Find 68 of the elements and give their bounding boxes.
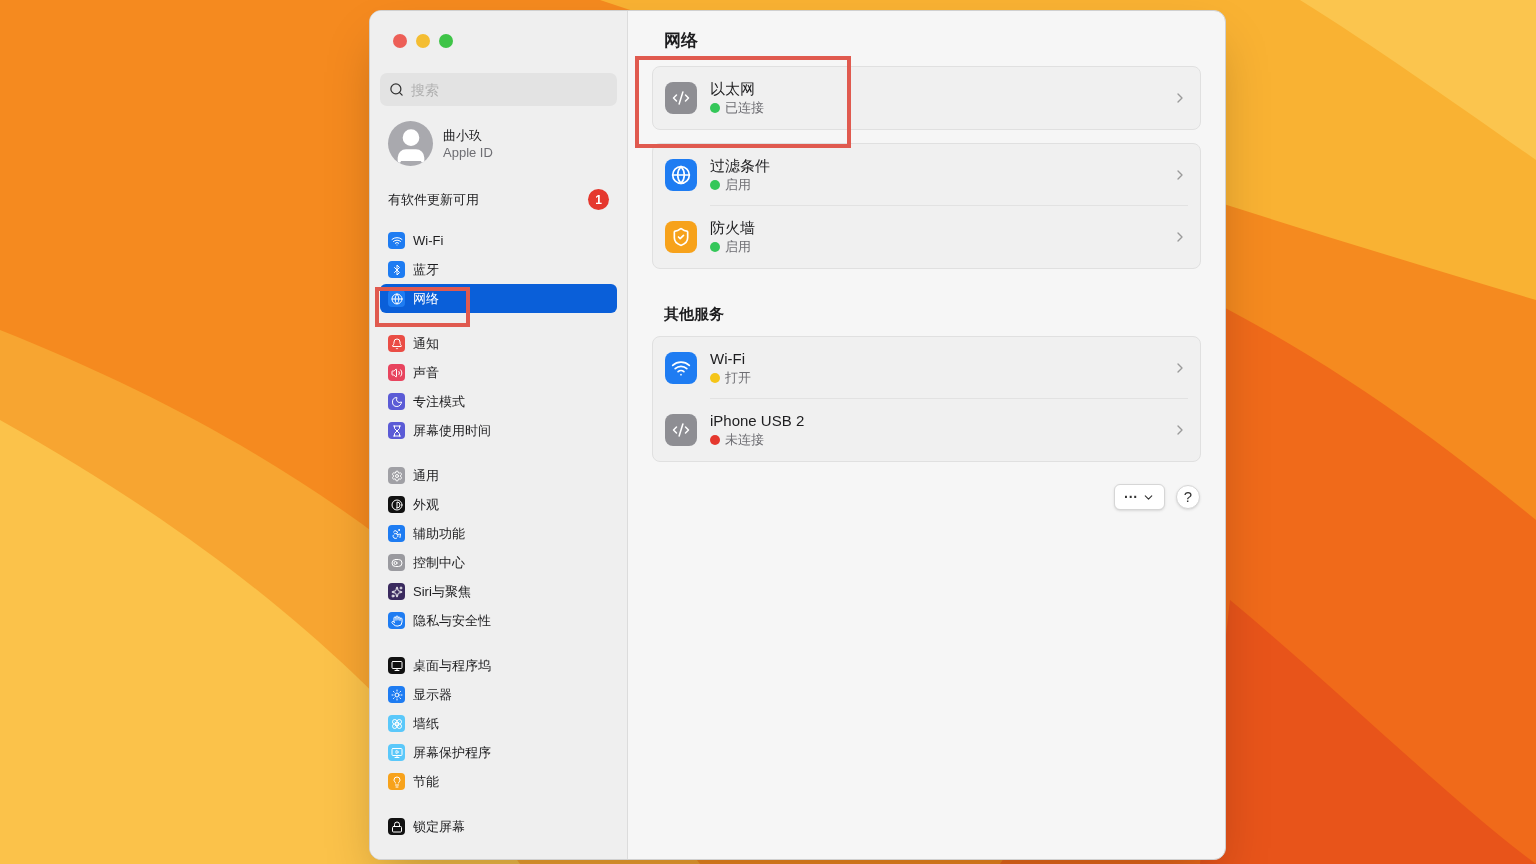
ethernet-icon: [665, 82, 697, 114]
zoom-button[interactable]: [439, 34, 453, 48]
status-text: 启用: [725, 238, 751, 256]
update-badge: 1: [588, 189, 609, 210]
sparkle-icon: [388, 583, 405, 600]
wifi-icon: [388, 232, 405, 249]
hand-icon: [388, 612, 405, 629]
speaker-icon: [388, 364, 405, 381]
sidebar-item[interactable]: 专注模式: [380, 387, 617, 416]
service-row[interactable]: 防火墙 启用: [653, 206, 1200, 268]
service-row[interactable]: 以太网 已连接: [653, 67, 1200, 129]
service-name: iPhone USB 2: [710, 411, 806, 431]
moon-icon: [388, 393, 405, 410]
service-name: 防火墙: [710, 218, 756, 238]
sidebar-item[interactable]: 显示器: [380, 680, 617, 709]
sidebar-item[interactable]: 锁定屏幕: [380, 812, 617, 841]
sidebar-item[interactable]: 声音: [380, 358, 617, 387]
service-name: 过滤条件: [710, 155, 771, 176]
sidebar-item[interactable]: 墙纸: [380, 709, 617, 738]
sidebar-item[interactable]: 通用: [380, 461, 617, 490]
service-row[interactable]: iPhone USB 2 未连接: [653, 399, 1200, 461]
sidebar-item[interactable]: 桌面与程序坞: [380, 651, 617, 680]
sidebar-item[interactable]: 隐私与安全性: [380, 606, 617, 635]
sidebar-item[interactable]: 辅助功能: [380, 519, 617, 548]
sidebar-item[interactable]: Wi-Fi: [380, 226, 617, 255]
close-button[interactable]: [393, 34, 407, 48]
flower-icon: [388, 715, 405, 732]
service-row[interactable]: 过滤条件 启用: [653, 144, 1200, 206]
sidebar-item[interactable]: 网络: [380, 284, 617, 313]
wifi-icon: [665, 352, 697, 384]
status-text: 启用: [725, 175, 751, 194]
service-name: Wi-Fi: [710, 348, 746, 369]
accessibility-icon: [388, 525, 405, 542]
service-row[interactable]: Wi-Fi 打开: [653, 337, 1200, 399]
avatar[interactable]: [388, 121, 433, 166]
screen-icon: [388, 744, 405, 761]
gear-icon: [388, 467, 405, 484]
status-text: 已连接: [725, 99, 764, 117]
account-subtitle: Apple ID: [443, 143, 493, 161]
sidebar-item[interactable]: 蓝牙: [380, 255, 617, 284]
more-menu-button[interactable]: ···: [1114, 484, 1165, 510]
lightbulb-icon: [388, 773, 405, 790]
section-title: 其他服务: [664, 304, 725, 324]
toggle-icon: [388, 554, 405, 571]
sidebar-item[interactable]: 控制中心: [380, 548, 617, 577]
search-icon: [389, 82, 404, 97]
sidebar-item[interactable]: 外观: [380, 490, 617, 519]
sidebar-item[interactable]: 通知: [380, 329, 617, 358]
minimize-button[interactable]: [416, 34, 430, 48]
shield-icon: [665, 221, 697, 253]
sidebar-item[interactable]: Siri与聚焦: [380, 577, 617, 606]
lock-icon: [388, 818, 405, 835]
help-button[interactable]: ?: [1176, 485, 1200, 509]
page-title: 网络: [664, 30, 699, 52]
status-text: 打开: [725, 368, 751, 387]
service-name: 以太网: [710, 79, 756, 99]
sun-icon: [388, 686, 405, 703]
half-circle-icon: [388, 496, 405, 513]
status-text: 未连接: [725, 431, 764, 449]
bluetooth-icon: [388, 261, 405, 278]
ethernet-icon: [665, 414, 697, 446]
account-name: 曲小玖: [443, 126, 483, 144]
update-label[interactable]: 有软件更新可用: [388, 189, 479, 210]
sidebar-item[interactable]: 节能: [380, 767, 617, 796]
sidebar-item[interactable]: 屏幕使用时间: [380, 416, 617, 445]
hourglass-icon: [388, 422, 405, 439]
sidebar-item[interactable]: 屏幕保护程序: [380, 738, 617, 767]
bell-icon: [388, 335, 405, 352]
